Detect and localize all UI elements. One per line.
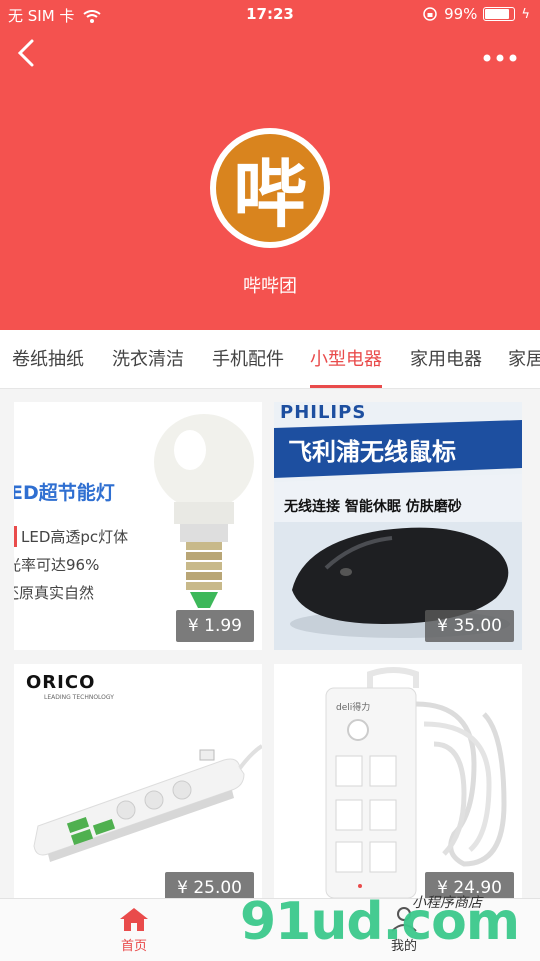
product-image-brand: PHILIPS bbox=[280, 402, 367, 423]
more-dots-icon bbox=[483, 54, 517, 62]
product-image-caption: 光率可达96% bbox=[14, 556, 100, 574]
product-card[interactable]: deli得力 ¥ 24.90 bbox=[274, 664, 522, 898]
product-image-title: ED超节能灯 bbox=[14, 482, 115, 504]
battery-percent: 99% bbox=[444, 5, 478, 23]
product-image-brand: deli得力 bbox=[336, 703, 371, 713]
tab-手机配件[interactable]: 手机配件 bbox=[212, 330, 284, 388]
shop-header: 无 SIM 卡 17:23 99% ϟ 哔 哔哔团 bbox=[0, 0, 540, 330]
back-button[interactable] bbox=[14, 38, 50, 74]
status-bar: 无 SIM 卡 17:23 99% ϟ bbox=[0, 0, 540, 28]
product-image-banner: 飞利浦无线鼠标 bbox=[288, 438, 456, 466]
tab-洗衣清洁[interactable]: 洗衣清洁 bbox=[112, 330, 184, 388]
charging-icon: ϟ bbox=[521, 6, 530, 22]
chevron-left-icon bbox=[17, 39, 34, 67]
shop-logo: 哔 bbox=[210, 128, 330, 248]
product-card[interactable]: PHILIPS 飞利浦无线鼠标 无线连接 智能休眠 仿肤磨砂 ¥ 35.00 bbox=[274, 402, 522, 650]
nav-home-label: 首页 bbox=[120, 939, 147, 954]
user-icon bbox=[391, 907, 417, 932]
tab-家用电器[interactable]: 家用电器 bbox=[410, 330, 482, 388]
product-image-caption: LED高透pc灯体 bbox=[14, 526, 128, 547]
product-grid: ED超节能灯 LED高透pc灯体 光率可达96% 还原真实自然 ¥ 1.99 P… bbox=[0, 388, 540, 898]
bottom-nav: 首页 我的 bbox=[0, 898, 540, 961]
product-price: ¥ 1.99 bbox=[175, 610, 254, 642]
category-tabs: 卷纸抽纸 洗衣清洁 手机配件 小型电器 家用电器 家居 bbox=[0, 330, 540, 389]
product-image-deli-strip bbox=[274, 664, 522, 898]
orientation-lock-icon bbox=[423, 7, 437, 21]
product-price: ¥ 24.90 bbox=[425, 872, 514, 898]
shop-logo-glyph: 哔 bbox=[216, 134, 324, 242]
product-card[interactable]: ORICO LEADING TECHNOLOGY ¥ 25.00 bbox=[14, 664, 262, 898]
product-image-caption: 还原真实自然 bbox=[14, 584, 95, 602]
battery-icon bbox=[483, 7, 516, 21]
tab-卷纸抽纸[interactable]: 卷纸抽纸 bbox=[12, 330, 84, 388]
home-icon bbox=[120, 908, 148, 931]
product-image-tagline: LEADING TECHNOLOGY bbox=[44, 694, 114, 701]
shop-name: 哔哔团 bbox=[243, 276, 297, 297]
product-price: ¥ 35.00 bbox=[425, 610, 514, 642]
more-button[interactable] bbox=[482, 44, 518, 68]
product-image-brand: ORICO bbox=[26, 672, 96, 693]
product-price: ¥ 25.00 bbox=[165, 872, 254, 898]
nav-home[interactable]: 首页 bbox=[94, 905, 174, 954]
tab-家居[interactable]: 家居 bbox=[508, 330, 540, 388]
product-image-subtitle: 无线连接 智能休眠 仿肤磨砂 bbox=[284, 499, 462, 515]
tab-小型电器[interactable]: 小型电器 bbox=[310, 330, 382, 388]
nav-mine[interactable]: 我的 bbox=[364, 905, 444, 954]
product-card[interactable]: ED超节能灯 LED高透pc灯体 光率可达96% 还原真实自然 ¥ 1.99 bbox=[14, 402, 262, 650]
nav-mine-label: 我的 bbox=[390, 939, 417, 954]
